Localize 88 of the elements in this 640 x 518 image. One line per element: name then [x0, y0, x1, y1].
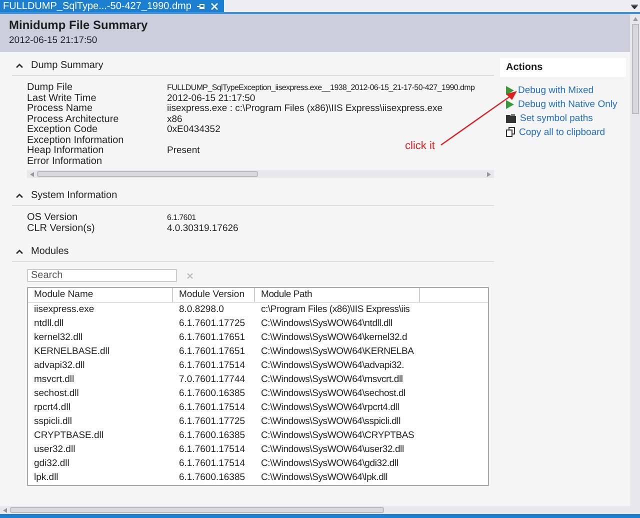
table-cell-text: 7.0.7601.17744 [178, 373, 246, 387]
table-cell-text: 6.1.7600.16385 [178, 387, 246, 401]
table-cell-text: rpcrt4.dll [33, 401, 72, 415]
column-header[interactable]: Module Path [255, 288, 420, 302]
property-name: CLR Version(s) [27, 224, 96, 234]
table-cell-text: 6.1.7601.17651 [178, 345, 246, 359]
section-title: Modules [31, 246, 69, 257]
pin-icon[interactable] [197, 2, 206, 10]
action-link[interactable]: Copy all to clipboard [519, 126, 606, 138]
table-cell-text: C:\Windows\SysWOW64\user32.dll [260, 443, 405, 457]
column-header[interactable]: Module Version [173, 288, 255, 302]
section-title: Dump Summary [31, 60, 104, 71]
property-value: x86 [167, 114, 182, 125]
table-cell-text: msvcrt.dll [33, 373, 76, 387]
property-name: Exception Code [27, 125, 99, 136]
table-cell-text: lpk.dll [33, 471, 60, 485]
table-cell-text: 6.1.7601.17725 [178, 415, 246, 429]
table-cell-text: 6.1.7601.17514 [178, 443, 246, 457]
action-link[interactable]: Set symbol paths [520, 112, 593, 124]
section-title: System Information [31, 190, 118, 201]
property-value: 0xE0434352 [167, 125, 220, 136]
table-cell-text: C:\Windows\SysWOW64\lpk.dll [260, 471, 389, 485]
property-value: Present [167, 146, 200, 156]
property-name: Heap Information [27, 146, 105, 156]
property-name: Exception Information [27, 136, 125, 146]
table-cell-text: 6.1.7600.16385 [178, 429, 246, 443]
column-header[interactable]: Module Name [28, 288, 173, 302]
summary-title: Minidump File Summary [9, 18, 149, 32]
table-cell-text: ntdll.dll [33, 317, 65, 331]
table-cell-text: C:\Windows\SysWOW64\sspicli.dll [260, 415, 402, 429]
copy-icon[interactable] [506, 127, 515, 137]
table-cell-text: 6.1.7601.17725 [178, 317, 246, 331]
search-field[interactable]: Search [27, 269, 177, 282]
property-value: 2012-06-15 21:17:50 [167, 94, 256, 104]
table-cell-text: KERNELBASE.dll [33, 345, 111, 359]
table-cell-text: C:\Windows\SysWOW64\gdi32.dll [260, 457, 400, 471]
actions-title: Actions [506, 62, 543, 73]
table-cell-text: iisexpress.exe [33, 303, 96, 317]
table-cell-text: kernel32.dll [33, 331, 84, 345]
vertical-scrollbar[interactable] [630, 14, 640, 514]
table-cell-text: CRYPTBASE.dll [33, 429, 105, 443]
scroll-up-icon[interactable] [632, 17, 638, 21]
table-cell-text: 8.0.8298.0 [178, 303, 225, 317]
scroll-left-icon[interactable] [3, 508, 7, 512]
table-cell-text: 6.1.7601.17514 [178, 401, 246, 415]
horizontal-scrollbar[interactable] [0, 506, 630, 514]
property-name: Process Architecture [27, 114, 120, 124]
table-cell-text: C:\Windows\SysWOW64\sechost.dl [260, 387, 406, 401]
dropdown-icon[interactable] [631, 4, 638, 9]
table-cell-text: 6.1.7600.16385 [178, 471, 246, 485]
collapse-icon[interactable] [16, 249, 23, 254]
table-cell-text: C:\Windows\SysWOW64\advapi32. [260, 359, 406, 373]
table-cell-text: C:\Windows\SysWOW64\ntdll.dll [260, 317, 394, 331]
horizontal-scrollbar[interactable] [27, 170, 494, 178]
table-cell-text: gdi32.dll [33, 457, 70, 471]
property-name: Dump File [27, 83, 74, 94]
folder-icon[interactable] [506, 114, 516, 122]
table-cell-text: C:\Windows\SysWOW64\KERNELBA [260, 345, 415, 359]
table-cell-text: C:\Windows\SysWOW64\msvcrt.dll [260, 373, 404, 387]
table-cell-text: sechost.dll [33, 387, 80, 401]
property-value: FULLDUMP_SqlTypeException_iisexpress.exe__1938_2012-06-15_21-17-50-427_1990.dmp [167, 83, 475, 94]
table-cell-text: c:\Program Files (x86)\IIS Express\iis [260, 303, 411, 317]
table-cell-text: C:\Windows\SysWOW64\kernel32.d [260, 331, 408, 345]
table-cell-text: 6.1.7601.17514 [178, 359, 246, 373]
table-cell-text: C:\Windows\SysWOW64\CRYPTBAS [260, 429, 416, 443]
property-value: 4.0.30319.17626 [167, 224, 238, 234]
collapse-icon[interactable] [16, 193, 23, 198]
scroll-right-icon[interactable] [487, 172, 491, 176]
table-cell-text: sspicli.dll [33, 415, 74, 429]
action-link[interactable]: Debug with Mixed [518, 84, 594, 96]
property-value: 6.1.7601 [167, 213, 196, 224]
property-name: Error Information [27, 156, 104, 167]
table-cell-text: 6.1.7601.17514 [178, 457, 246, 471]
property-name: Last Write Time [27, 94, 98, 104]
property-name: OS Version [27, 213, 79, 224]
table-cell-text: advapi32.dll [33, 359, 86, 373]
annotation-text: click it [405, 140, 435, 152]
action-link[interactable]: Debug with Native Only [518, 98, 618, 110]
collapse-icon[interactable] [16, 63, 23, 68]
table-cell-text: user32.dll [33, 443, 76, 457]
table-cell-text: 6.1.7601.17651 [178, 331, 246, 345]
property-value: iisexpress.exe : c:\Program Files (x86)\IIS Express\iisexpress.exe [167, 104, 443, 114]
scroll-left-icon[interactable] [30, 172, 34, 176]
summary-timestamp: 2012-06-15 21:17:50 [9, 35, 98, 46]
property-name: Process Name [27, 104, 94, 114]
document-tab[interactable]: FULLDUMP_SqlType...-50-427_1990.dmp [0, 0, 224, 12]
table-cell-text: C:\Windows\SysWOW64\rpcrt4.dll [260, 401, 400, 415]
close-icon[interactable] [211, 2, 218, 10]
